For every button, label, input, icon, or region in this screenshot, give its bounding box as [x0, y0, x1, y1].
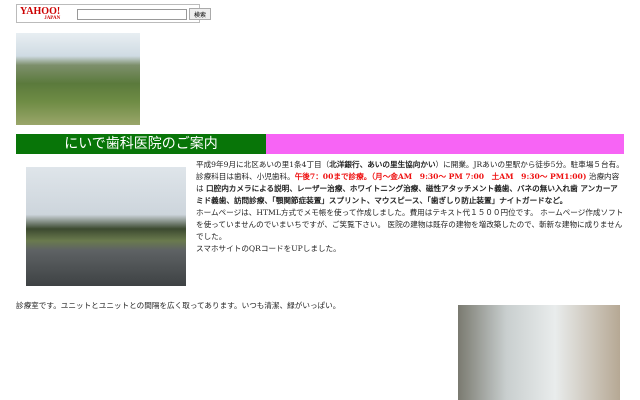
yahoo-search-box: YAHOO! JAPAN 検索 — [16, 4, 211, 23]
desc-qr-note: スマホサイトのQRコードをUPしました。 — [196, 244, 341, 253]
mountain-photo — [16, 33, 140, 125]
banner-fill — [266, 134, 624, 154]
desc-text: 平成9年9月に北区あいの里1条4丁目（ — [196, 160, 330, 169]
yahoo-logo[interactable]: YAHOO! JAPAN — [20, 7, 60, 22]
clinic-description: 平成9年9月に北区あいの里1条4丁目（北洋銀行、あいの里生協向かい）に開業。JR… — [196, 159, 624, 255]
treatment-room-photo — [458, 305, 620, 400]
clinic-exterior-photo — [26, 167, 186, 286]
search-button[interactable]: 検索 — [189, 8, 211, 20]
desc-hours: 午後7：00まで診療。（月～金AM 9:30～ PM 7:00 土AM 9:30… — [294, 172, 587, 181]
treatment-room-caption: 診療室です。ユニットとユニットとの間隔を広く取ってあります。いつも清潔、緑がいっ… — [16, 301, 341, 310]
desc-treatments: 口腔内カメラによる説明、レーザー治療、ホワイトニング治療、磁性アタッチメント義歯… — [196, 184, 618, 205]
page-title: にいで歯科医院のご案内 — [16, 134, 266, 154]
search-input[interactable] — [77, 9, 187, 20]
desc-location: 北洋銀行、あいの里生協向かい — [329, 160, 436, 169]
desc-text: ホームページは、HTML方式でメモ帳を使って作成しました。費用はテキスト代１５０… — [196, 208, 624, 241]
